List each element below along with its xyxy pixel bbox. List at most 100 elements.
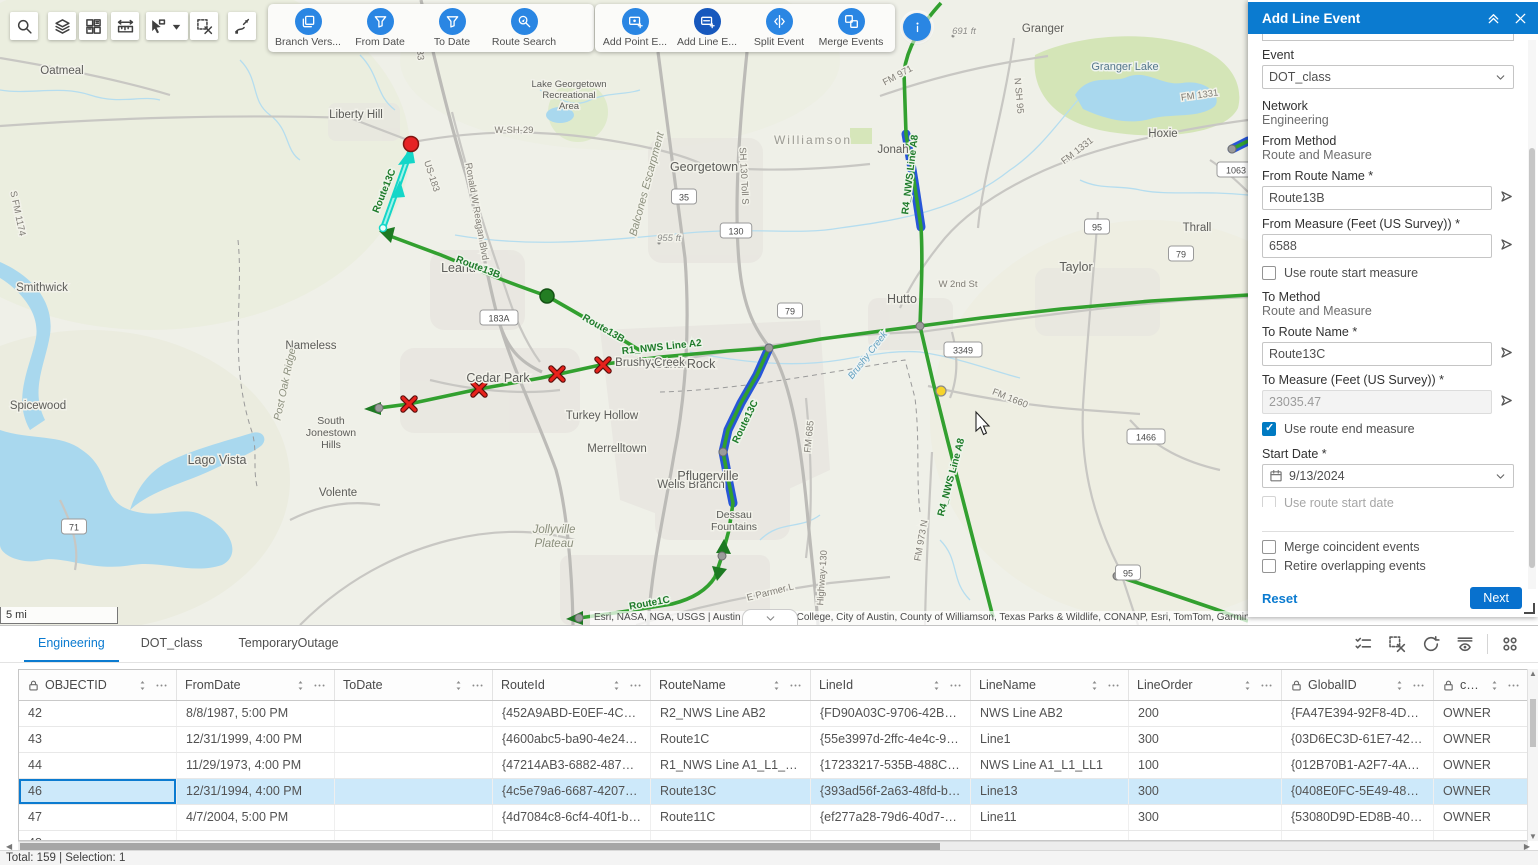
table-cell[interactable] xyxy=(1434,831,1529,841)
table-cell[interactable]: 42 xyxy=(19,701,177,726)
table-cell[interactable]: 43 xyxy=(19,727,177,752)
table-cell[interactable]: Route1C xyxy=(651,727,811,752)
table-cell[interactable]: {FD90A03C-9706-42BC-9... xyxy=(811,701,971,726)
table-cell[interactable]: NWS Line A1_L1_LL1 xyxy=(971,753,1129,778)
toggle-columns-button[interactable] xyxy=(1451,630,1479,658)
table-cell[interactable] xyxy=(335,805,493,830)
table-cell[interactable]: {FA47E394-92F8-4D3B-A... xyxy=(1282,701,1434,726)
table-cell[interactable]: R1_NWS Line A1_L1_LL1 xyxy=(651,753,811,778)
tab-temporaryoutage[interactable]: TemporaryOutage xyxy=(225,626,353,662)
table-cell[interactable] xyxy=(177,831,335,841)
table-cell[interactable] xyxy=(335,753,493,778)
table-cell[interactable] xyxy=(335,831,493,841)
table-cell[interactable]: {53080D9D-ED8B-4044-9... xyxy=(1282,805,1434,830)
from-route-input[interactable]: Route13B xyxy=(1262,186,1492,210)
table-cell[interactable]: Line1 xyxy=(971,727,1129,752)
column-header-LineId[interactable]: LineId xyxy=(811,670,971,700)
toolbar-button-filter[interactable]: To Date xyxy=(416,8,488,48)
table-cell[interactable]: 300 xyxy=(1129,779,1282,804)
to-route-input[interactable]: Route13C xyxy=(1262,342,1492,366)
map-tool-layers[interactable] xyxy=(48,12,76,40)
scroll-up-arrow[interactable]: ▲ xyxy=(1529,669,1537,678)
table-row[interactable]: 4612/31/1994, 4:00 PM{4c5e79a6-6687-4207… xyxy=(19,779,1529,805)
close-panel-icon[interactable] xyxy=(1513,11,1528,26)
table-cell[interactable]: OWNER xyxy=(1434,805,1529,830)
table-cell[interactable] xyxy=(1282,831,1434,841)
table-cell[interactable]: 4/7/2004, 5:00 PM xyxy=(177,805,335,830)
table-cell[interactable]: {03D6EC3D-61E7-424C-9... xyxy=(1282,727,1434,752)
toolbar-button-filter[interactable]: From Date xyxy=(344,8,416,48)
clipped-field[interactable] xyxy=(1262,34,1514,41)
map-view[interactable]: 35130957979183A3349146610639571 OatmealL… xyxy=(0,0,1248,625)
toolbar-button-add-line-event[interactable]: Add Line E... xyxy=(671,8,743,48)
table-cell[interactable]: {012B70B1-A2F7-4A4F-96... xyxy=(1282,753,1434,778)
checkbox[interactable] xyxy=(1262,266,1276,280)
table-row[interactable]: 428/8/1987, 5:00 PM{452A9ABD-E0EF-4CEB-B… xyxy=(19,701,1529,727)
map-tool-clear-selection[interactable] xyxy=(190,12,218,40)
toolbar-button-add-point-event[interactable]: Add Point E... xyxy=(599,8,671,48)
tab-engineering[interactable]: Engineering xyxy=(24,626,119,662)
pick-on-map-icon[interactable] xyxy=(1499,393,1514,408)
column-header-ToDate[interactable]: ToDate xyxy=(335,670,493,700)
map-tool-measure[interactable] xyxy=(111,12,139,40)
table-cell[interactable] xyxy=(335,727,493,752)
table-cell[interactable]: 300 xyxy=(1129,805,1282,830)
table-cell[interactable]: {4600abc5-ba90-4e24-8a... xyxy=(493,727,651,752)
table-cell[interactable]: OWNER xyxy=(1434,701,1529,726)
table-cell[interactable]: R2_NWS Line AB2 xyxy=(651,701,811,726)
use-route-start-measure-checkbox[interactable]: Use route start measure xyxy=(1262,265,1514,280)
clear-selection-button[interactable] xyxy=(1383,630,1411,658)
from-measure-input[interactable]: 6588 xyxy=(1262,234,1492,258)
pick-on-map-icon[interactable] xyxy=(1499,345,1514,360)
info-button[interactable] xyxy=(903,13,931,41)
table-row[interactable]: 474/7/2004, 5:00 PM {4d7084c8-6cf4-40f1-b… xyxy=(19,805,1529,831)
scroll-down-arrow[interactable]: ▼ xyxy=(1529,832,1537,841)
table-cell[interactable]: {17233217-535B-488C-82... xyxy=(811,753,971,778)
table-row[interactable]: 4312/31/1999, 4:00 PM {4600abc5-ba90-4e24… xyxy=(19,727,1529,753)
toolbar-button-split-event[interactable]: Split Event xyxy=(743,8,815,48)
map-tool-basemap[interactable] xyxy=(79,12,107,40)
next-button[interactable]: Next xyxy=(1470,587,1522,609)
toolbar-button-merge-events[interactable]: Merge Events xyxy=(815,8,887,48)
table-cell[interactable] xyxy=(811,831,971,841)
table-cell[interactable]: {4c5e79a6-6687-4207-8fd... xyxy=(493,779,651,804)
table-cell[interactable]: {4d7084c8-6cf4-40f1-ba3... xyxy=(493,805,651,830)
table-cell[interactable]: 11/29/1973, 4:00 PM xyxy=(177,753,335,778)
table-cell[interactable]: Route13C xyxy=(651,779,811,804)
column-header-LineName[interactable]: LineName xyxy=(971,670,1129,700)
vertical-scrollbar[interactable]: ▲ ▼ xyxy=(1527,669,1538,841)
table-row[interactable]: 48 xyxy=(19,831,1529,841)
table-cell[interactable]: 44 xyxy=(19,753,177,778)
table-cell[interactable]: 48 xyxy=(19,831,177,841)
tab-dot_class[interactable]: DOT_class xyxy=(127,626,217,662)
table-cell[interactable]: 12/31/1999, 4:00 PM xyxy=(177,727,335,752)
show-selection-button[interactable] xyxy=(1349,630,1377,658)
retire-overlapping-checkbox[interactable]: Retire overlapping events xyxy=(1262,558,1514,573)
column-header-RouteId[interactable]: RouteId xyxy=(493,670,651,700)
table-cell[interactable]: {0408E0FC-5E49-48D1-A... xyxy=(1282,779,1434,804)
table-cell[interactable]: OWNER xyxy=(1434,753,1529,778)
panel-scrollbar[interactable] xyxy=(1528,40,1536,589)
table-cell[interactable]: NWS Line AB2 xyxy=(971,701,1129,726)
toolbar-button-branch-versions[interactable]: Branch Vers... xyxy=(272,8,344,48)
table-cell[interactable]: {452A9ABD-E0EF-4CEB-B... xyxy=(493,701,651,726)
merge-coincident-checkbox[interactable]: Merge coincident events xyxy=(1262,539,1514,554)
table-cell[interactable]: {47214AB3-6882-4873-94... xyxy=(493,753,651,778)
table-cell[interactable]: 47 xyxy=(19,805,177,830)
column-header-FromDate[interactable]: FromDate xyxy=(177,670,335,700)
scrollbar-thumb[interactable] xyxy=(1530,699,1536,747)
table-cell[interactable] xyxy=(651,831,811,841)
column-header-LineOrder[interactable]: LineOrder xyxy=(1129,670,1282,700)
map-tool-select[interactable] xyxy=(146,12,188,40)
column-header-OBJECTID[interactable]: OBJECTID xyxy=(19,670,177,700)
pick-on-map-icon[interactable] xyxy=(1499,237,1514,252)
table-cell[interactable]: 12/31/1994, 4:00 PM xyxy=(177,779,335,804)
column-header-create[interactable]: create xyxy=(1434,670,1529,700)
panel-resize-handle[interactable] xyxy=(1524,603,1535,614)
table-cell[interactable] xyxy=(335,779,493,804)
toolbar-button-route-search[interactable]: Route Search xyxy=(488,8,560,48)
column-header-RouteName[interactable]: RouteName xyxy=(651,670,811,700)
pick-on-map-icon[interactable] xyxy=(1499,189,1514,204)
checkbox[interactable] xyxy=(1262,559,1276,573)
table-cell[interactable]: Line13 xyxy=(971,779,1129,804)
